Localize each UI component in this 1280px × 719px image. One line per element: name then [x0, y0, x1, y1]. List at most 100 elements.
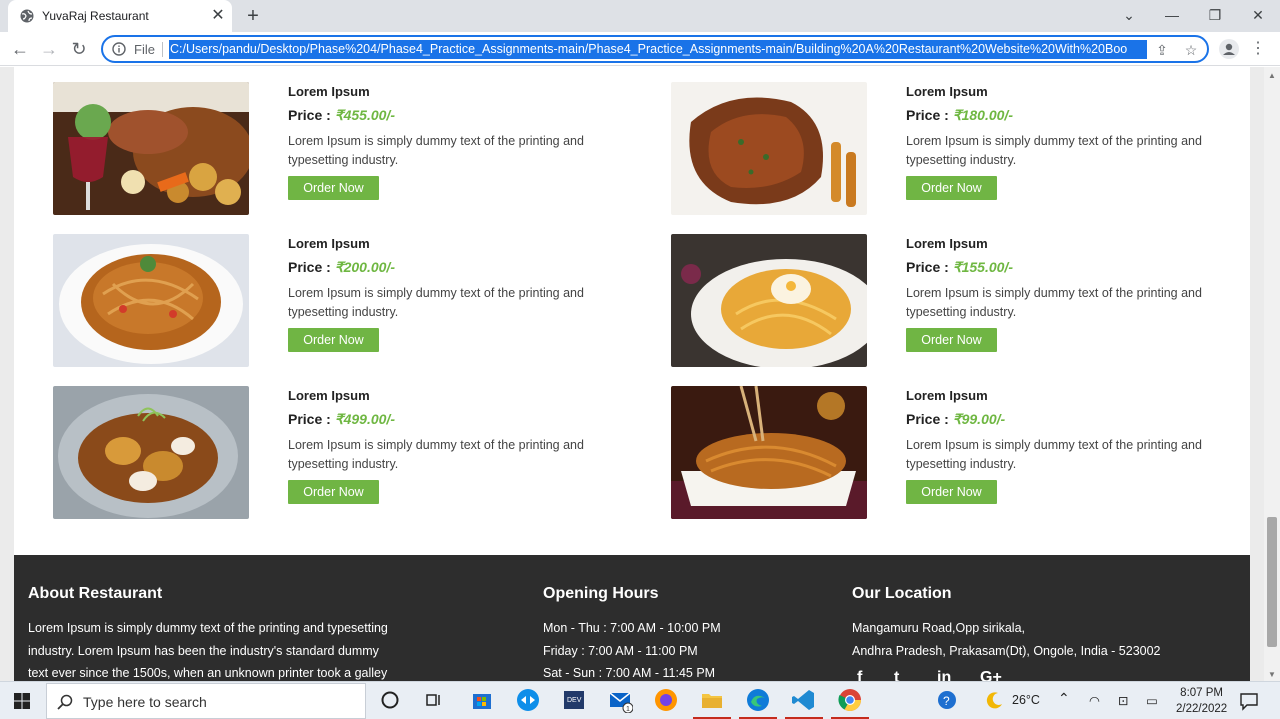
- facebook-icon[interactable]: f: [857, 669, 862, 681]
- google-plus-icon[interactable]: G+: [980, 669, 1002, 681]
- footer-location-line: Mangamuru Road,Opp sirikala,: [852, 621, 1025, 635]
- price-label: Price :: [906, 411, 949, 427]
- new-tab-button[interactable]: +: [242, 5, 264, 27]
- restore-button[interactable]: ❐: [1203, 4, 1227, 26]
- chrome-icon[interactable]: [837, 687, 863, 713]
- cortana-icon[interactable]: [377, 687, 403, 713]
- tab-close-icon[interactable]: ✕: [208, 6, 228, 26]
- wifi-icon[interactable]: ◠: [1089, 693, 1100, 708]
- info-icon[interactable]: [112, 42, 126, 56]
- taskbar-clock[interactable]: 8:07 PM 2/22/2022: [1176, 685, 1227, 717]
- item-price: Price : ₹99.00/-: [906, 411, 1005, 428]
- item-title: Lorem Ipsum: [288, 388, 370, 403]
- vscode-icon[interactable]: [791, 687, 817, 713]
- price-value: ₹99.00/-: [952, 411, 1006, 427]
- task-view-icon[interactable]: [421, 687, 447, 713]
- order-now-button[interactable]: Order Now: [288, 176, 379, 200]
- windows-taskbar: Type here to search DEV 1 ? 26°C ⌃ ◠ ⊡ ▭…: [0, 681, 1280, 719]
- microsoft-store-icon[interactable]: [469, 687, 495, 713]
- order-now-button[interactable]: Order Now: [288, 480, 379, 504]
- browser-tab[interactable]: YuvaRaj Restaurant ✕: [8, 0, 232, 32]
- order-now-button[interactable]: Order Now: [288, 328, 379, 352]
- search-icon: [57, 694, 73, 710]
- food-image-roast-platter: [53, 82, 249, 215]
- windows-start-icon[interactable]: [14, 693, 30, 709]
- footer-hours-line: Sat - Sun : 7:00 AM - 11:45 PM: [543, 666, 716, 680]
- footer-location: Our Location Mangamuru Road,Opp sirikala…: [852, 585, 1222, 662]
- footer-hours-line: Friday : 7:00 AM - 11:00 PM: [543, 643, 698, 658]
- mail-icon[interactable]: 1: [607, 687, 633, 713]
- item-title: Lorem Ipsum: [906, 236, 988, 251]
- food-image-seafood-dish: [53, 386, 249, 519]
- footer-location-line: Andhra Pradesh, Prakasam(Dt), Ongole, In…: [852, 643, 1161, 658]
- footer-about-heading: About Restaurant: [28, 585, 163, 602]
- price-value: ₹155.00/-: [952, 259, 1013, 275]
- address-bar[interactable]: File C:/Users/pandu/Desktop/Phase%204/Ph…: [101, 35, 1209, 63]
- clock-date: 2/22/2022: [1176, 703, 1228, 715]
- taskbar-search-box[interactable]: Type here to search: [46, 683, 366, 719]
- battery-icon[interactable]: ▭: [1146, 693, 1158, 708]
- item-description: Lorem Ipsum is simply dummy text of the …: [288, 438, 584, 471]
- svg-text:?: ?: [943, 694, 950, 708]
- edge-icon[interactable]: [745, 687, 771, 713]
- item-price: Price : ₹499.00/-: [288, 411, 395, 428]
- order-now-button[interactable]: Order Now: [906, 328, 997, 352]
- notification-icon[interactable]: [1238, 690, 1260, 712]
- item-description: Lorem Ipsum is simply dummy text of the …: [906, 438, 1202, 471]
- show-hidden-icons-chevron-icon[interactable]: ⌃: [1058, 690, 1070, 707]
- reload-icon[interactable]: ↻: [67, 37, 91, 61]
- bookmark-star-icon[interactable]: ☆: [1182, 41, 1200, 59]
- food-image-grilled-chicken: [671, 82, 867, 215]
- linkedin-icon[interactable]: in: [937, 669, 951, 681]
- order-now-button[interactable]: Order Now: [906, 176, 997, 200]
- kebab-menu-icon[interactable]: ⋮: [1250, 38, 1266, 60]
- page-scrollbar[interactable]: ▲ ▼: [1264, 67, 1280, 681]
- help-icon[interactable]: ?: [936, 689, 958, 711]
- twitter-icon[interactable]: t: [894, 669, 899, 681]
- menu-item: Lorem Ipsum Price : ₹455.00/- Lorem Ipsu…: [53, 82, 653, 216]
- globe-icon: [20, 9, 34, 23]
- item-description: Lorem Ipsum is simply dummy text of the …: [288, 286, 584, 319]
- scrollbar-thumb[interactable]: [1267, 517, 1277, 647]
- scroll-up-arrow-icon[interactable]: ▲: [1268, 71, 1276, 80]
- order-now-button[interactable]: Order Now: [906, 480, 997, 504]
- price-value: ₹455.00/-: [334, 107, 395, 123]
- file-explorer-icon[interactable]: [699, 687, 725, 713]
- footer-about-line: Lorem Ipsum is simply dummy text of the …: [28, 621, 388, 635]
- search-placeholder: Type here to search: [83, 694, 207, 710]
- weather-moon-icon[interactable]: [985, 690, 1005, 710]
- weather-temperature[interactable]: 26°C: [1012, 693, 1040, 707]
- omnibox-divider: [162, 42, 163, 57]
- back-arrow-icon[interactable]: ←: [8, 37, 32, 61]
- teamviewer-icon[interactable]: [515, 687, 541, 713]
- profile-avatar-icon[interactable]: [1219, 39, 1239, 59]
- item-price: Price : ₹455.00/-: [288, 107, 395, 124]
- minimize-button[interactable]: —: [1160, 4, 1184, 26]
- share-icon[interactable]: ⇪: [1153, 41, 1171, 59]
- menu-item: Lorem Ipsum Price : ₹155.00/- Lorem Ipsu…: [671, 234, 1271, 368]
- item-description: Lorem Ipsum is simply dummy text of the …: [288, 134, 584, 167]
- menu-item: Lorem Ipsum Price : ₹99.00/- Lorem Ipsum…: [671, 386, 1271, 520]
- item-description: Lorem Ipsum is simply dummy text of the …: [906, 286, 1202, 319]
- page-viewport: Lorem Ipsum Price : ₹455.00/- Lorem Ipsu…: [0, 67, 1280, 681]
- menu-item: Lorem Ipsum Price : ₹200.00/- Lorem Ipsu…: [53, 234, 653, 368]
- item-title: Lorem Ipsum: [906, 388, 988, 403]
- close-window-button[interactable]: ✕: [1246, 4, 1270, 26]
- footer-hours-line: Mon - Thu : 7:00 AM - 10:00 PM: [543, 621, 721, 635]
- menu-item: Lorem Ipsum Price : ₹180.00/- Lorem Ipsu…: [671, 82, 1271, 216]
- firefox-icon[interactable]: [653, 687, 679, 713]
- scroll-down-arrow-icon[interactable]: ▼: [1268, 670, 1276, 679]
- item-description: Lorem Ipsum is simply dummy text of the …: [906, 134, 1202, 167]
- tab-strip: YuvaRaj Restaurant ✕ + ⌄ — ❐ ✕: [0, 0, 1280, 32]
- food-image-noodles-plate: [53, 234, 249, 367]
- devcpp-icon[interactable]: DEV: [561, 687, 587, 713]
- forward-arrow-icon[interactable]: →: [37, 37, 61, 61]
- url-text[interactable]: C:/Users/pandu/Desktop/Phase%204/Phase4_…: [169, 40, 1147, 59]
- footer-about-line: text ever since the 1500s, when an unkno…: [28, 666, 388, 680]
- network-icon[interactable]: ⊡: [1118, 693, 1128, 708]
- price-label: Price :: [906, 107, 949, 123]
- restaurant-page: Lorem Ipsum Price : ₹455.00/- Lorem Ipsu…: [14, 67, 1250, 681]
- price-label: Price :: [906, 259, 949, 275]
- tab-search-icon[interactable]: ⌄: [1117, 4, 1141, 26]
- item-price: Price : ₹180.00/-: [906, 107, 1013, 124]
